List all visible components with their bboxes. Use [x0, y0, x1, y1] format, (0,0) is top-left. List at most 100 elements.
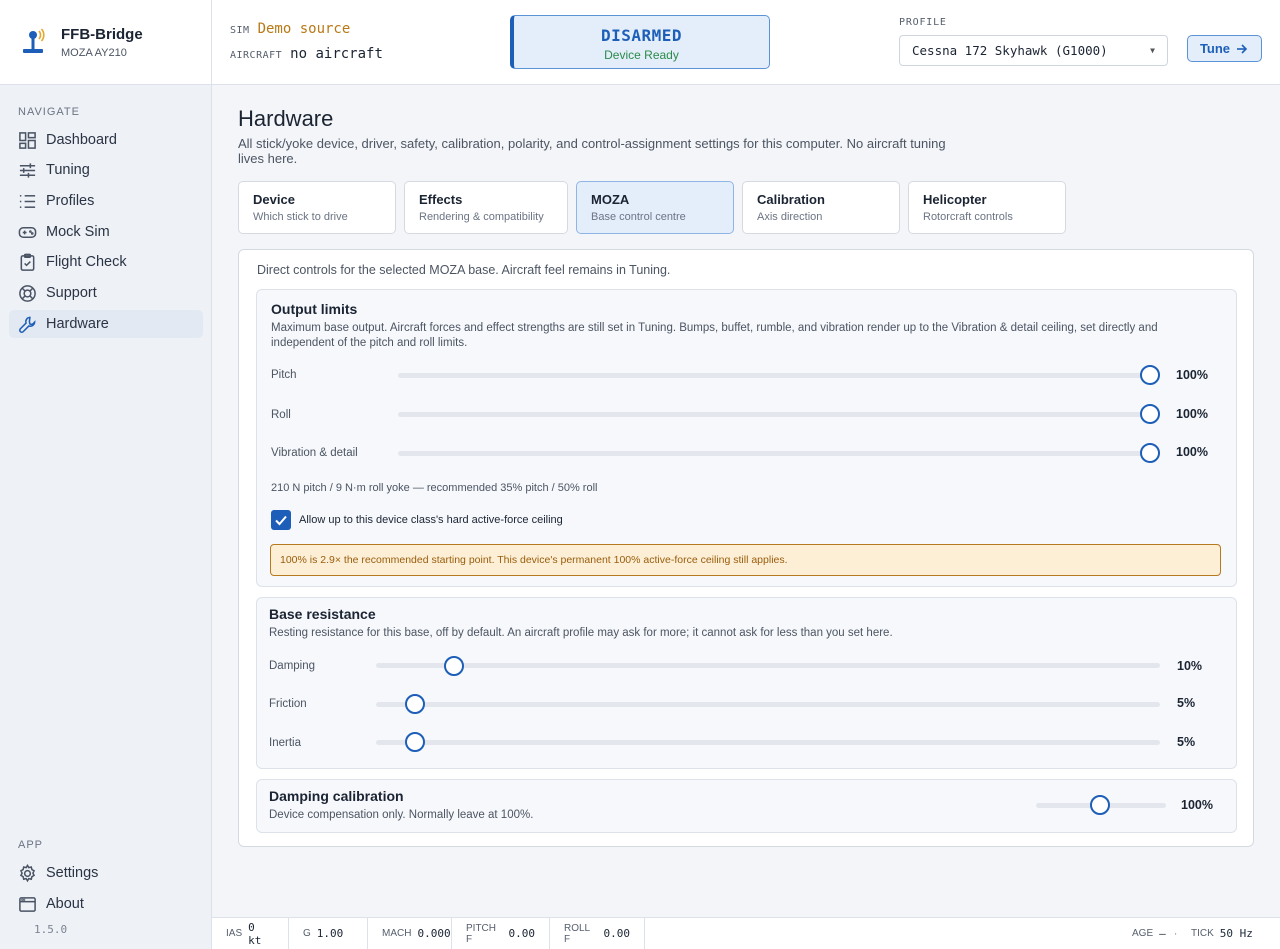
base-resistance-title: Base resistance — [269, 606, 376, 622]
app-title: FFB-Bridge — [61, 25, 143, 43]
ias-value: 0 kt — [248, 920, 262, 947]
sliders-icon — [19, 162, 36, 178]
separator-dot: · — [1173, 927, 1178, 940]
page-description: All stick/yoke device, driver, safety, c… — [238, 136, 946, 166]
vibration-slider-track[interactable] — [398, 451, 1160, 456]
g-value: 1.00 — [316, 927, 344, 940]
arm-status-text: DISARMED — [600, 26, 683, 45]
sidebar-item-about[interactable]: About — [9, 890, 203, 918]
dashboard-icon — [19, 131, 36, 149]
top-bar: SIM Demo source AIRCRAFT no aircraft DIS… — [212, 0, 1280, 85]
tab-effects[interactable]: Effects Rendering & compatibility — [404, 181, 568, 234]
pitch-force-label: PITCH F — [466, 922, 496, 945]
friction-value: 5% — [1177, 696, 1196, 710]
pitch-force-value: 0.00 — [508, 927, 536, 940]
damping-calibration-value: 100% — [1181, 798, 1213, 812]
checkmark-icon — [275, 515, 287, 526]
sidebar-item-support[interactable]: Support — [9, 279, 203, 307]
sim-source-row: SIM Demo source — [230, 21, 350, 37]
tab-title: Calibration — [757, 192, 825, 207]
profile-label: PROFILE — [899, 17, 947, 28]
tab-device[interactable]: Device Which stick to drive — [238, 181, 396, 234]
tab-title: Effects — [419, 192, 463, 207]
aircraft-label: AIRCRAFT — [230, 50, 283, 61]
tab-title: Helicopter — [923, 192, 987, 207]
tick-readout: TICK 50 Hz — [1191, 918, 1253, 949]
tick-label: TICK — [1191, 928, 1214, 939]
nav-heading: NAVIGATE — [18, 106, 80, 118]
tick-value: 50 Hz — [1219, 927, 1253, 940]
base-resistance-description: Resting resistance for this base, off by… — [269, 627, 893, 639]
tab-subtitle: Base control centre — [591, 211, 686, 223]
device-status-text: Device Ready — [604, 48, 679, 62]
pitch-force-readout: PITCH F 0.00 — [452, 918, 550, 949]
sidebar-item-label: Settings — [46, 865, 99, 881]
brand-header: FFB-Bridge MOZA AY210 — [0, 0, 211, 85]
sidebar-item-label: Profiles — [46, 193, 95, 209]
roll-label: Roll — [271, 409, 291, 421]
ceiling-warning: 100% is 2.9× the recommended starting po… — [270, 544, 1221, 576]
sim-label: SIM — [230, 25, 250, 36]
sidebar-item-hardware[interactable]: Hardware — [9, 310, 203, 338]
g-label: G — [303, 928, 311, 939]
vibration-label: Vibration & detail — [271, 447, 358, 459]
mach-readout: MACH 0.000 — [368, 918, 452, 949]
inertia-value: 5% — [1177, 735, 1196, 749]
window-icon — [19, 896, 36, 912]
profile-select[interactable]: Cessna 172 Skyhawk (G1000) ▼ — [899, 35, 1168, 66]
tab-subtitle: Rotorcraft controls — [923, 211, 1013, 223]
vibration-slider-thumb[interactable] — [1140, 443, 1160, 463]
tab-title: MOZA — [591, 192, 630, 207]
sidebar-item-dashboard[interactable]: Dashboard — [9, 126, 203, 154]
tune-button[interactable]: Tune — [1187, 35, 1262, 62]
vibration-value: 100% — [1176, 445, 1208, 459]
sidebar-item-label: Dashboard — [46, 132, 117, 148]
friction-slider-track[interactable] — [376, 702, 1160, 707]
sidebar-item-label: Support — [46, 285, 97, 301]
arm-status-badge: DISARMED Device Ready — [510, 15, 770, 69]
damping-calibration-description: Device compensation only. Normally leave… — [269, 809, 534, 821]
tab-helicopter[interactable]: Helicopter Rotorcraft controls — [908, 181, 1066, 234]
aircraft-value: no aircraft — [290, 46, 383, 62]
pitch-slider-thumb[interactable] — [1140, 365, 1160, 385]
sidebar-item-settings[interactable]: Settings — [9, 859, 203, 887]
sidebar-item-label: Hardware — [46, 316, 109, 332]
age-value: — — [1159, 927, 1166, 940]
allow-ceiling-checkbox[interactable] — [271, 510, 291, 530]
tab-calibration[interactable]: Calibration Axis direction — [742, 181, 900, 234]
pitch-slider-track[interactable] — [398, 373, 1160, 378]
ias-readout: IAS 0 kt — [212, 918, 289, 949]
tab-title: Device — [253, 192, 295, 207]
joystick-logo-icon — [20, 28, 48, 56]
roll-slider-track[interactable] — [398, 412, 1160, 417]
age-label: AGE — [1132, 928, 1154, 939]
sidebar-item-label: Tuning — [46, 162, 90, 178]
tab-subtitle: Rendering & compatibility — [419, 211, 544, 223]
mach-label: MACH — [382, 928, 412, 939]
roll-slider-thumb[interactable] — [1140, 404, 1160, 424]
sidebar-item-flight-check[interactable]: Flight Check — [9, 248, 203, 276]
sidebar-item-mock-sim[interactable]: Mock Sim — [9, 218, 203, 246]
inertia-label: Inertia — [269, 737, 301, 749]
panel-intro: Direct controls for the selected MOZA ba… — [257, 263, 671, 277]
sidebar-item-tuning[interactable]: Tuning — [9, 156, 203, 184]
output-limits-title: Output limits — [271, 301, 358, 317]
sidebar-item-profiles[interactable]: Profiles — [9, 187, 203, 215]
version-label: 1.5.0 — [34, 923, 68, 936]
device-recommendation-note: 210 N pitch / 9 N·m roll yoke — recommen… — [271, 482, 598, 494]
allow-ceiling-label: Allow up to this device class's hard act… — [299, 514, 563, 526]
profile-select-value: Cessna 172 Skyhawk (G1000) — [912, 43, 1108, 58]
sidebar: FFB-Bridge MOZA AY210 NAVIGATE Dashboard… — [0, 0, 212, 949]
gear-icon — [19, 863, 36, 882]
app-heading: APP — [18, 839, 44, 851]
wrench-icon — [19, 316, 36, 333]
tab-moza[interactable]: MOZA Base control centre — [576, 181, 734, 234]
sidebar-item-label: About — [46, 896, 84, 912]
damping-calibration-slider-thumb[interactable] — [1090, 795, 1110, 815]
damping-slider-track[interactable] — [376, 663, 1160, 668]
inertia-slider-track[interactable] — [376, 740, 1160, 745]
list-icon — [19, 194, 36, 208]
telemetry-status-bar: IAS 0 kt G 1.00 MACH 0.000 PITCH F 0.00 … — [212, 917, 1280, 949]
tab-subtitle: Axis direction — [757, 211, 823, 223]
damping-value: 10% — [1177, 659, 1203, 673]
